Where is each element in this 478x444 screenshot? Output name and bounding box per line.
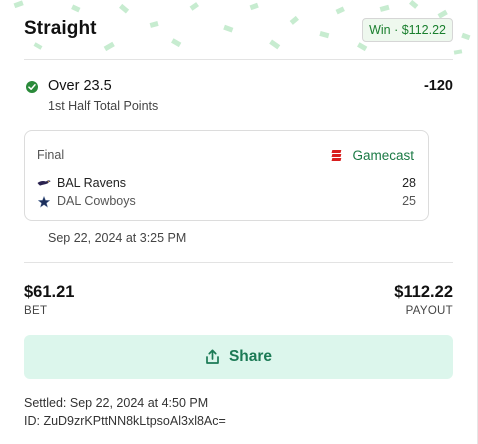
game-status: Final xyxy=(37,148,65,162)
game-box: Final Gamecast BAL Ravens 28 DAL Cowboys… xyxy=(24,130,429,221)
check-circle-icon xyxy=(26,81,38,93)
team-name: BAL Ravens xyxy=(57,176,127,190)
amounts-row: $61.21 BET $112.22 PAYOUT xyxy=(24,283,453,319)
share-icon xyxy=(206,349,219,364)
payout-amount-label: PAYOUT xyxy=(405,305,453,317)
divider xyxy=(24,262,453,263)
team-name: DAL Cowboys xyxy=(57,194,136,208)
cowboys-star-icon xyxy=(37,196,51,208)
team-score: 28 xyxy=(402,176,416,190)
share-label: Share xyxy=(228,348,273,365)
bet-amount: $61.21 xyxy=(24,283,75,301)
gamecast-link[interactable]: Gamecast xyxy=(332,147,414,163)
game-datetime: Sep 22, 2024 at 3:25 PM xyxy=(48,231,187,245)
gamecast-label: Gamecast xyxy=(352,147,414,163)
bet-header: Straight Win · $112.22 xyxy=(24,18,453,44)
selection-odds: -120 xyxy=(423,78,453,94)
payout-amount: $112.22 xyxy=(394,283,453,301)
settled-timestamp: Settled: Sep 22, 2024 at 4:50 PM xyxy=(24,396,209,410)
selection-market: 1st Half Total Points xyxy=(48,99,159,113)
espn-icon xyxy=(332,149,342,161)
bet-amount-label: BET xyxy=(24,305,48,317)
bet-type-title: Straight xyxy=(24,18,97,39)
share-button[interactable]: Share xyxy=(24,335,453,379)
divider xyxy=(24,59,453,60)
team-row: DAL Cowboys 25 xyxy=(37,194,416,210)
ravens-logo-icon xyxy=(37,180,51,186)
team-score: 25 xyxy=(402,194,416,208)
win-badge: Win · $112.22 xyxy=(362,18,453,42)
selection-name: Over 23.5 xyxy=(48,78,112,94)
bet-id: ID: ZuD9zrKPttNN8kLtpsoAl3xl8Ac= xyxy=(24,414,226,428)
selection-row: Over 23.5 1st Half Total Points -120 xyxy=(24,78,453,118)
team-row: BAL Ravens 28 xyxy=(37,176,416,192)
